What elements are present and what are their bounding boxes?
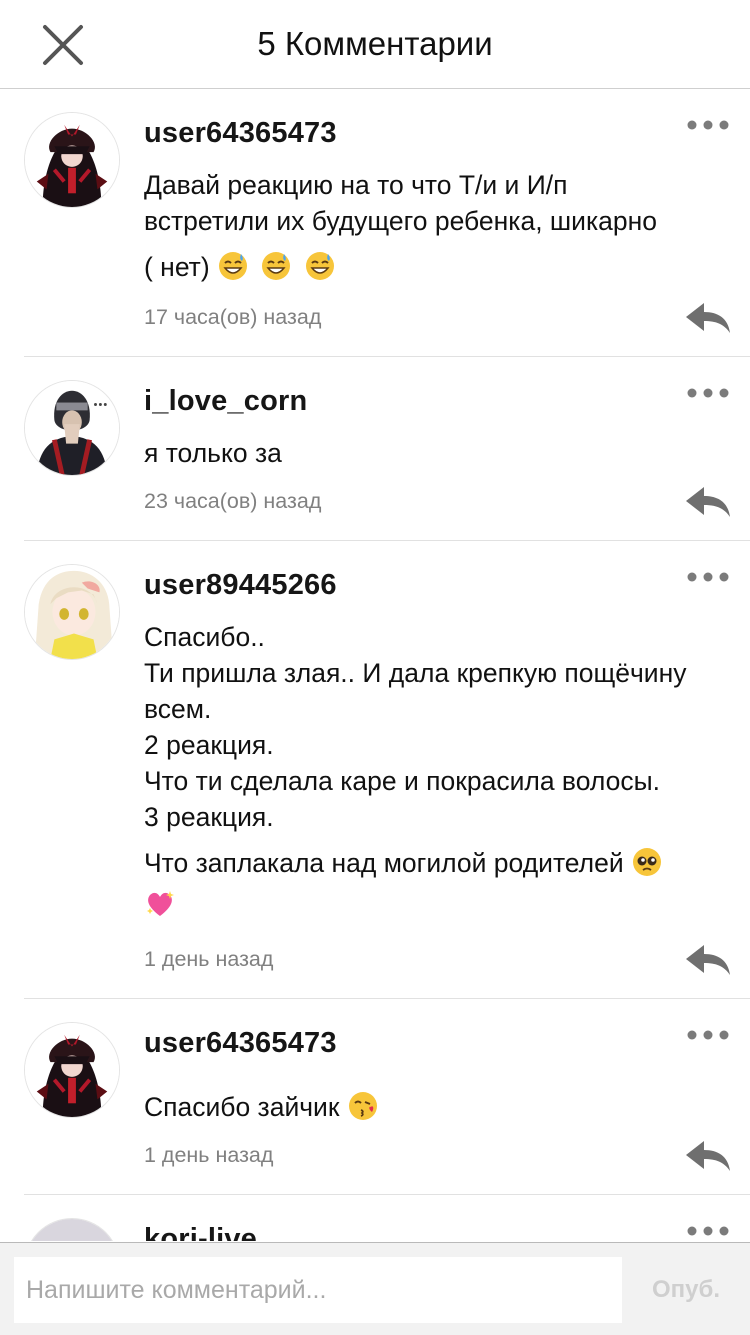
comment-item: kori-live [24, 1195, 750, 1241]
reply-icon [686, 945, 730, 975]
avatar[interactable] [24, 112, 120, 208]
comment-timestamp: 1 день назад [144, 1143, 274, 1167]
comment-text-line: встретили их будущего ребенка, шикарно [144, 206, 658, 236]
comment-composer: Опуб. [0, 1242, 750, 1335]
comment-text-line: Спасибо.. [144, 622, 265, 652]
comment-timestamp: 1 день назад [144, 947, 274, 971]
comment-text-line: я только за [144, 438, 282, 468]
avatar-image [25, 1219, 119, 1241]
grinning-sweat-emoji [304, 250, 336, 282]
avatar[interactable] [24, 380, 120, 476]
comment-username[interactable]: user64365473 [144, 1027, 337, 1060]
comment-text: я только за [144, 435, 734, 471]
comment-text-line: 3 реакция. [144, 802, 274, 832]
grinning-sweat-emoji [260, 250, 292, 282]
comment-text-line: Спасибо зайчик [144, 1089, 734, 1125]
kissing-heart-emoji [347, 1090, 379, 1122]
more-icon [687, 120, 729, 130]
comment-username[interactable]: i_love_corn [144, 385, 307, 418]
comment-text-line: 2 реакция. [144, 730, 274, 760]
comment-text: Давай реакцию на то что Т/и и И/п встрет… [144, 167, 734, 285]
comment-text-line: всем. [144, 694, 212, 724]
comment-item: user64365473 Давай реакцию на то что Т/и… [24, 89, 750, 357]
comments-list[interactable]: user64365473 Давай реакцию на то что Т/и… [0, 89, 750, 1241]
more-options-button[interactable] [686, 569, 730, 585]
comment-text-line: Что заплакала над могилой родителей [144, 845, 734, 881]
more-icon [687, 1030, 729, 1040]
more-options-button[interactable] [686, 1027, 730, 1043]
reply-button[interactable] [684, 485, 732, 519]
reply-icon [686, 1141, 730, 1171]
more-icon [687, 572, 729, 582]
grinning-sweat-emoji [217, 250, 249, 282]
comment-text: Спасибо зайчик [144, 1089, 734, 1125]
comment-timestamp: 23 часа(ов) назад [144, 489, 322, 513]
comment-text-line: Ти пришла злая.. И дала крепкую пощёчину [144, 658, 687, 688]
avatar-image [25, 1023, 119, 1117]
avatar[interactable] [24, 564, 120, 660]
comment-username[interactable]: user89445266 [144, 569, 337, 602]
comment-item: user89445266 Спасибо.. Ти пришла злая.. … [24, 541, 750, 999]
avatar-image [25, 381, 119, 475]
pleading-face-emoji [631, 846, 663, 878]
reply-button[interactable] [684, 943, 732, 977]
comment-text-fragment: ( нет) [144, 252, 210, 282]
more-options-button[interactable] [686, 385, 730, 401]
reply-button[interactable] [684, 1139, 732, 1173]
page-title: 5 Комментарии [257, 25, 493, 62]
avatar[interactable] [24, 1022, 120, 1118]
comment-item: i_love_corn я только за 23 часа(ов) наза… [24, 357, 750, 541]
publish-button[interactable]: Опуб. [622, 1257, 750, 1323]
more-options-button[interactable] [686, 117, 730, 133]
comment-text-line: Давай реакцию на то что Т/и и И/п [144, 170, 568, 200]
comment-text-fragment: Что заплакала над могилой родителей [144, 848, 624, 878]
comment-item: user64365473 Спасибо зайчик 1 день назад [24, 999, 750, 1195]
reply-button[interactable] [684, 301, 732, 335]
comment-username[interactable]: kori-live [144, 1223, 257, 1241]
comment-text-line: Что ти сделала каре и покрасила волосы. [144, 766, 661, 796]
comment-text-line: ( нет) [144, 249, 734, 285]
comment-username[interactable]: user64365473 [144, 117, 337, 150]
avatar-image [25, 565, 119, 659]
comment-input[interactable] [14, 1257, 622, 1323]
header: 5 Комментарии [0, 0, 750, 89]
avatar[interactable] [24, 1218, 120, 1241]
comment-text-line [144, 887, 734, 923]
more-icon [687, 388, 729, 398]
reply-icon [686, 303, 730, 333]
more-options-button[interactable] [686, 1223, 730, 1239]
comment-text-fragment: Спасибо зайчик [144, 1092, 340, 1122]
comment-timestamp: 17 часа(ов) назад [144, 305, 322, 329]
comment-text: Спасибо.. Ти пришла злая.. И дала крепку… [144, 619, 734, 923]
sparkling-heart-emoji [144, 888, 176, 920]
avatar-image [25, 113, 119, 207]
reply-icon [686, 487, 730, 517]
more-icon [687, 1226, 729, 1236]
